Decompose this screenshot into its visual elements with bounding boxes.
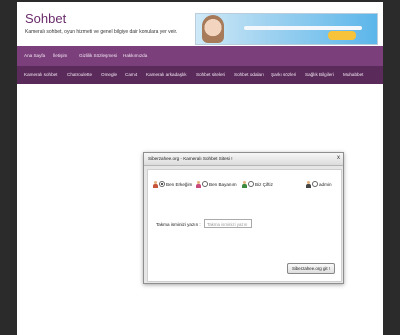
nav-item-saglik-bilgileri[interactable]: Sağlık Bilgileri (305, 72, 334, 77)
radio-female[interactable] (202, 181, 208, 187)
go-button[interactable]: Siberzahee.org git ! (287, 263, 335, 274)
option-female[interactable]: Ben Bayanım (196, 180, 237, 188)
nickname-input[interactable]: Takma isminizi yazın (204, 219, 252, 228)
chat-login-dialog: Siberzahee.org - Kameralı Sohbet Sitesi … (143, 152, 344, 284)
primary-nav: Ana Sayfa İletişim Gizlilik Sözleşmesi H… (17, 46, 383, 66)
option-couple[interactable]: Biz Çiftiz (242, 180, 273, 188)
header-banner[interactable] (195, 13, 378, 45)
option-female-label: Ben Bayanım (209, 181, 237, 187)
nav-item-sohbet-siteleri[interactable]: Sohbet siteleri (196, 72, 225, 77)
female-avatar-icon (196, 180, 201, 188)
male-avatar-icon (153, 180, 158, 188)
close-icon[interactable]: x (337, 155, 340, 162)
site-description: Kameralı sohbet, oyun hizmeti ve genel b… (25, 29, 178, 35)
dialog-header[interactable]: Siberzahee.org - Kameralı Sohbet Sitesi … (144, 153, 343, 166)
nav-item-contact[interactable]: İletişim (53, 53, 67, 58)
banner-woman-image (202, 15, 224, 43)
banner-input-graphic (244, 26, 362, 30)
nav-item-sohbet-odalari[interactable]: Sohbet odaları (234, 72, 264, 77)
option-couple-label: Biz Çiftiz (255, 181, 273, 187)
site-title[interactable]: Sohbet (25, 11, 66, 26)
nav-item-about[interactable]: Hakkımızda (123, 53, 147, 58)
option-admin[interactable]: admin (306, 180, 332, 188)
nav-item-chatroulette[interactable]: Chatroulette (67, 72, 92, 77)
nav-item-kamerali-arkadaslik[interactable]: Kameralı arkadaşlık (146, 72, 187, 77)
option-admin-label: admin (319, 181, 332, 187)
nav-item-home[interactable]: Ana Sayfa (24, 53, 45, 58)
radio-couple[interactable] (248, 181, 254, 187)
nickname-label: Takma isminizi yazın : (156, 222, 201, 227)
banner-badge-graphic (328, 31, 356, 40)
nav-item-sarki-sozleri[interactable]: Şarkı sözleri (271, 72, 296, 77)
nav-item-muhabbet[interactable]: Muhabbet (343, 72, 363, 77)
nav-item-kamerali-sohbet[interactable]: Kameralı sohbet (24, 72, 57, 77)
radio-admin[interactable] (312, 181, 318, 187)
dialog-body: Ben Erkeğim Ben Bayanım Biz Çiftiz admin… (147, 169, 342, 282)
radio-male[interactable] (159, 181, 165, 187)
nav-item-cam4[interactable]: Cam4 (125, 72, 137, 77)
admin-avatar-icon (306, 180, 311, 188)
option-male-label: Ben Erkeğim (166, 181, 193, 187)
nav-item-omegle[interactable]: Omegle (101, 72, 117, 77)
nav-item-privacy[interactable]: Gizlilik Sözleşmesi (79, 53, 117, 58)
dialog-title: Siberzahee.org - Kameralı Sohbet Sitesi … (148, 156, 233, 161)
option-male[interactable]: Ben Erkeğim (153, 180, 192, 188)
secondary-nav: Kameralı sohbet Chatroulette Omegle Cam4… (17, 66, 383, 84)
couple-avatar-icon (242, 180, 247, 188)
